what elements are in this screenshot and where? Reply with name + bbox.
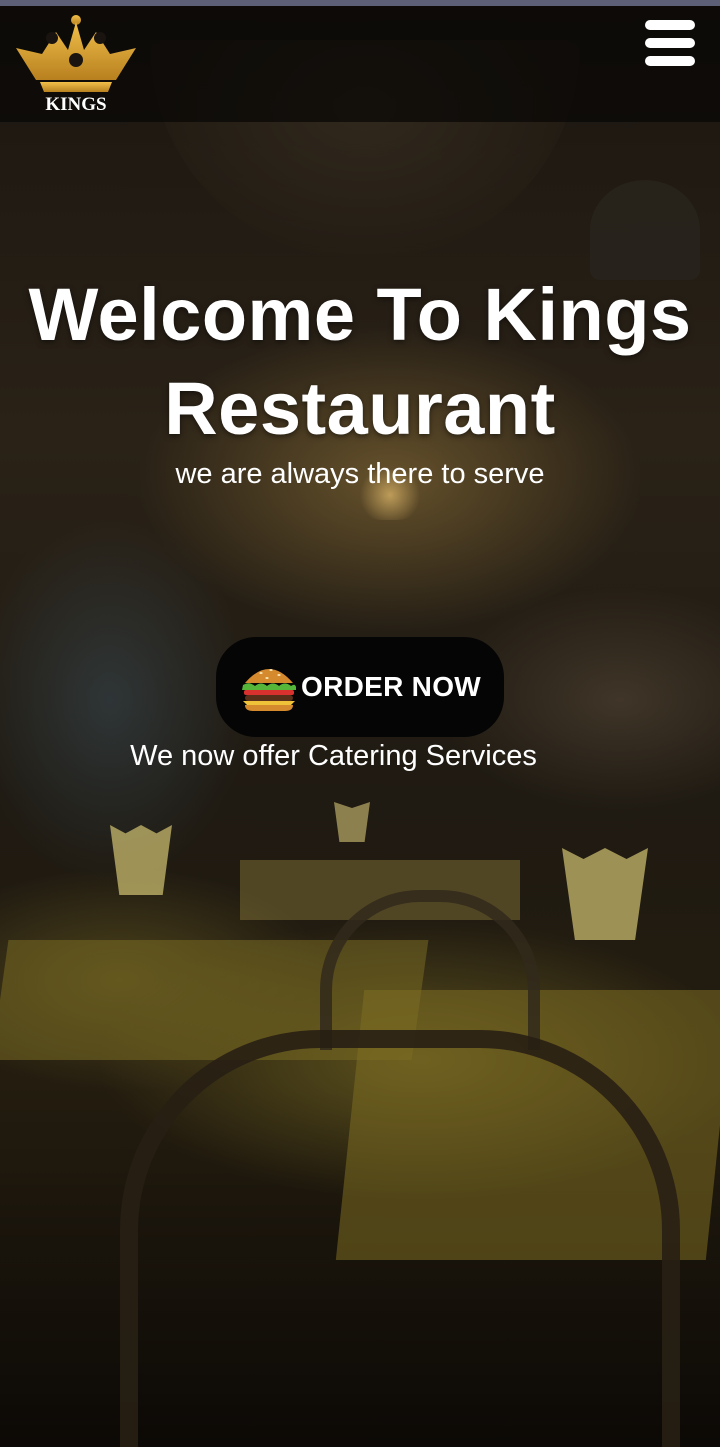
background-table <box>0 940 429 1060</box>
background-chair <box>320 890 540 1050</box>
catering-notice: We now offer Catering Services <box>130 740 537 772</box>
hero-title-line1: Welcome To Kings <box>28 273 692 356</box>
crown-icon: KINGS <box>16 15 136 115</box>
hero-subtitle: we are always there to serve <box>175 458 545 490</box>
logo-text: KINGS <box>45 94 106 115</box>
background-table <box>335 990 720 1260</box>
background-chair <box>120 1030 680 1447</box>
hamburger-menu-icon-bar <box>645 20 695 30</box>
hamburger-menu-icon-bar <box>645 56 695 66</box>
hamburger-menu-icon-bar <box>645 38 695 48</box>
background-lamp <box>590 180 700 280</box>
background-napkin <box>334 802 370 842</box>
background-napkin <box>562 848 648 940</box>
hero-title-line2: Restaurant <box>164 367 556 450</box>
order-now-label: ORDER NOW <box>300 671 482 702</box>
page: KINGS Welcome To Kings Restaurant we are… <box>0 0 720 1447</box>
burger-icon <box>241 669 296 711</box>
hamburger-menu-button[interactable] <box>645 20 695 66</box>
background-table <box>240 860 520 920</box>
kings-logo[interactable]: KINGS <box>12 10 140 120</box>
hero-title: Welcome To Kings Restaurant <box>0 268 720 456</box>
site-header: KINGS <box>0 6 720 122</box>
background-napkin <box>110 825 172 895</box>
order-now-button[interactable]: ORDER NOW <box>216 637 504 737</box>
